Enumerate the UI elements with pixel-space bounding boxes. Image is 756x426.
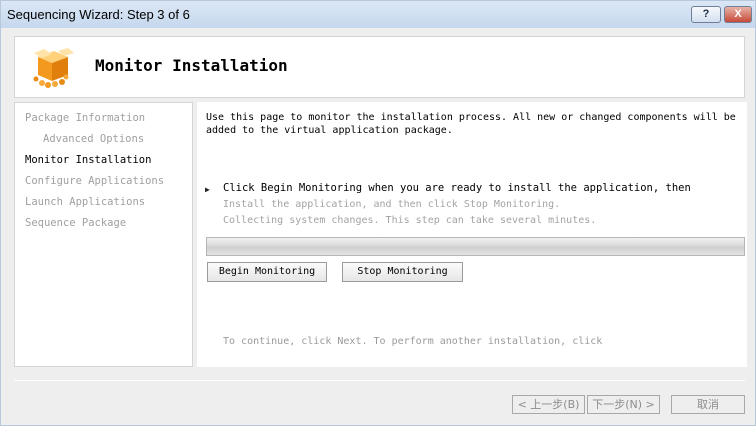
next-button[interactable]: 下一步(N) > xyxy=(587,395,660,414)
step-instruction-collecting: Collecting system changes. This step can… xyxy=(223,215,597,226)
back-button[interactable]: < 上一步(B) xyxy=(512,395,585,414)
nav-item-configure-applications: Configure Applications xyxy=(25,175,165,187)
stop-monitoring-button[interactable]: Stop Monitoring xyxy=(342,262,463,282)
close-button[interactable]: X xyxy=(724,6,752,23)
nav-item-advanced-options: Advanced Options xyxy=(43,133,145,145)
begin-monitoring-button[interactable]: Begin Monitoring xyxy=(207,262,327,282)
intro-text: Use this page to monitor the installatio… xyxy=(206,112,736,136)
cancel-button[interactable]: 取消 xyxy=(671,395,745,414)
window-title: Sequencing Wizard: Step 3 of 6 xyxy=(7,7,190,22)
current-step-arrow-icon: ▶ xyxy=(205,185,210,194)
nav-item-launch-applications: Launch Applications xyxy=(25,196,146,208)
header-banner: Monitor Installation xyxy=(14,36,745,98)
help-button[interactable]: ? xyxy=(691,6,721,23)
nav-item-sequence-package: Sequence Package xyxy=(25,217,127,229)
step-instruction-begin: Click Begin Monitoring when you are read… xyxy=(223,182,691,194)
continue-instruction-text: To continue, click Next. To perform anot… xyxy=(223,336,603,347)
nav-item-monitor-installation: Monitor Installation xyxy=(25,154,152,166)
monitoring-progress-bar xyxy=(206,237,745,256)
package-cubes-icon xyxy=(33,48,74,88)
footer-divider xyxy=(14,380,745,381)
content-panel: Use this page to monitor the installatio… xyxy=(197,102,747,367)
page-title: Monitor Installation xyxy=(95,56,288,75)
title-bar[interactable]: Sequencing Wizard: Step 3 of 6 ? X xyxy=(1,1,755,28)
step-instruction-install: Install the application, and then click … xyxy=(223,199,561,210)
sequencing-wizard-window: Sequencing Wizard: Step 3 of 6 ? X Monit… xyxy=(0,0,756,426)
nav-item-package-information: Package Information xyxy=(25,112,146,124)
wizard-steps-panel: Package Information Advanced Options Mon… xyxy=(14,102,193,367)
